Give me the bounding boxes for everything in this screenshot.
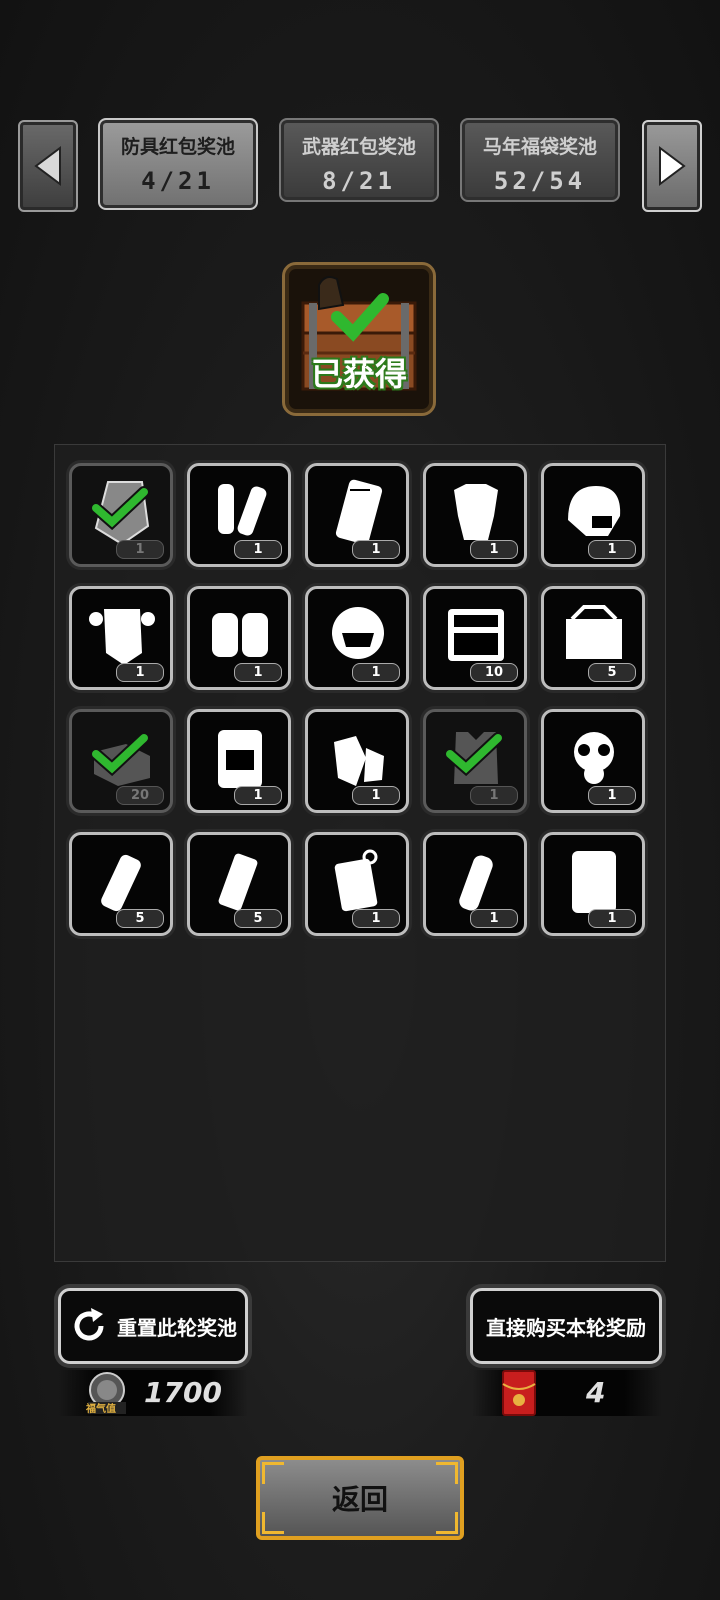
incendiary-grenade-icon [334,849,378,912]
reward-item[interactable]: 1 [423,709,527,813]
reward-item[interactable]: 5 [541,586,645,690]
obtained-check-icon [444,732,504,776]
flashbang-icon [101,854,141,912]
reward-item[interactable]: 5 [69,832,173,936]
fortune-value-bar: 福气值 1700 [58,1370,248,1416]
reward-item[interactable]: 1 [541,832,645,936]
item-quantity: 1 [234,786,282,805]
item-quantity: 10 [470,663,518,682]
prev-tab-button[interactable] [18,120,78,212]
gas-mask-icon [574,732,614,784]
smoke-grenade-icon [218,853,258,911]
reset-pool-label: 重置此轮奖池 [117,1315,237,1340]
tab-lucky-bag-pool[interactable]: 马年福袋奖池 52/54 [460,118,620,202]
item-quantity: 1 [352,786,400,805]
reward-item[interactable]: 1 [423,463,527,567]
item-quantity: 1 [352,663,400,682]
reward-item[interactable]: 1 [541,709,645,813]
red-envelope-icon [502,1370,536,1416]
item-quantity: 1 [352,909,400,928]
reward-item[interactable]: 1 [187,463,291,567]
arrow-left-icon [34,146,61,186]
tab-name: 武器红包奖池 [301,136,416,158]
reset-pool-button[interactable]: 重置此轮奖池 [58,1288,248,1364]
full-helmet-icon [332,607,384,659]
next-tab-button[interactable] [642,120,702,212]
body-armor-icon [454,484,498,540]
item-quantity: 5 [588,663,636,682]
reward-grid-panel: 1 1 1 1 1 1 1 1 10 5 20 1 1 1 1 5 5 1 1 1 [54,444,666,1262]
fortune-value: 1700 [144,1376,222,1409]
item-quantity: 20 [116,786,164,805]
shin-guards-icon [218,484,267,536]
gloves-icon [334,736,384,786]
item-quantity: 1 [116,540,164,559]
toolbox-icon [566,605,622,659]
tab-count: 8/21 [322,167,396,195]
stun-grenade-icon [459,855,493,911]
reward-item[interactable]: 1 [305,709,409,813]
item-quantity: 5 [234,909,282,928]
reward-item[interactable]: 1 [541,463,645,567]
reward-item[interactable]: 1 [69,586,173,690]
buy-rewards-button[interactable]: 直接购买本轮奖励 [470,1288,662,1364]
reward-item[interactable]: 1 [69,463,173,567]
reward-item[interactable]: 5 [187,832,291,936]
item-quantity: 1 [116,663,164,682]
item-quantity: 1 [234,663,282,682]
obtained-check-icon [90,486,150,530]
back-label: 返回 [331,1483,388,1516]
buy-rewards-label: 直接购买本轮奖励 [486,1315,646,1340]
tab-weapon-pool[interactable]: 武器红包奖池 8/21 [279,118,439,202]
grand-prize-chest: 已获得 [282,262,436,416]
reward-item[interactable]: 1 [305,586,409,690]
chest-status-label: 已获得 [310,355,407,393]
perforated-plate-icon [572,851,616,913]
refresh-icon [74,1308,104,1341]
backpack-icon [218,730,262,788]
repair-kit-icon [448,609,504,661]
item-quantity: 1 [588,786,636,805]
tab-name: 防具红包奖池 [120,136,235,158]
red-envelope-bar: 4 [472,1370,662,1416]
reward-item[interactable]: 10 [423,586,527,690]
obtained-check-icon [90,732,150,776]
item-quantity: 1 [470,540,518,559]
tab-armor-pool[interactable]: 防具红包奖池 4/21 [98,118,258,210]
arrow-right-icon [659,146,686,186]
item-quantity: 1 [470,786,518,805]
item-quantity: 1 [352,540,400,559]
reward-item[interactable]: 1 [187,709,291,813]
knee-pads-icon [212,613,268,657]
fortune-label: 福气值 [86,1404,116,1415]
item-quantity: 1 [588,909,636,928]
tab-count: 52/54 [493,167,587,195]
reward-item[interactable]: 1 [305,463,409,567]
reward-item[interactable]: 1 [305,832,409,936]
tactical-helmet-icon [568,486,621,536]
item-quantity: 5 [116,909,164,928]
ballistic-plate-icon [335,479,383,545]
item-quantity: 1 [588,540,636,559]
back-button[interactable]: 返回 [256,1456,464,1540]
tab-count: 4/21 [141,167,215,195]
item-quantity: 1 [234,540,282,559]
tab-name: 马年福袋奖池 [482,136,597,158]
envelope-count: 4 [586,1376,606,1409]
reward-item[interactable]: 1 [423,832,527,936]
reward-item[interactable]: 1 [187,586,291,690]
item-quantity: 1 [470,909,518,928]
armored-suit-icon [89,609,155,665]
reward-item[interactable]: 20 [69,709,173,813]
